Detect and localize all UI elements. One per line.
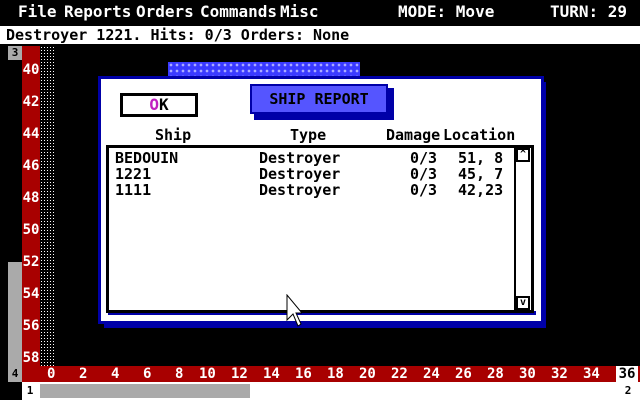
x-tick-label: 18 [327,366,344,382]
ship-type-cell: Destroyer [259,149,341,167]
x-tick-label: 16 [295,366,312,382]
column-header-ship: Ship [155,126,192,144]
left-scroll-thumb[interactable] [8,262,22,366]
list-vertical-scrollbar[interactable] [514,148,531,310]
mouse-pointer-icon [286,294,302,327]
ok-label: K [159,95,169,114]
ship-location-cell: 42,23 [458,181,504,199]
x-tick-label: 30 [519,366,536,382]
y-tick-label: 44 [22,126,40,142]
x-tick-label: 0 [47,366,56,382]
ok-button[interactable]: OK [120,93,198,117]
ship-name-cell[interactable]: BEDOUIN [115,150,178,166]
y-tick-label: 46 [22,158,40,174]
ship-name-cell[interactable]: 1221 [115,166,151,182]
menu-misc[interactable]: Misc [280,0,319,24]
x-tick-label: 2 [79,366,88,382]
x-tick-label: 32 [551,366,568,382]
ship-type-cell: Destroyer [259,181,341,199]
dialog-title: SHIP REPORT [250,84,388,114]
menu-orders[interactable]: Orders [136,0,194,24]
scroll-label-right: 2 [624,384,632,397]
y-tick-label: 48 [22,190,40,206]
x-tick-label: 22 [391,366,408,382]
y-tick-label: 56 [22,318,40,334]
horizontal-scroll-thumb[interactable] [40,384,250,398]
column-header-type: Type [290,126,327,144]
x-tick-label: 20 [359,366,376,382]
sea-terrain [168,62,360,76]
menu-bar: File Reports Orders Commands Misc MODE: … [0,0,640,24]
x-tick-label: 26 [455,366,472,382]
x-tick-label: 24 [423,366,440,382]
scroll-label-left: 1 [26,384,34,397]
x-tick-label: 12 [231,366,248,382]
ship-location-cell: 51, 8 [458,149,504,167]
ship-damage-cell: 0/3 [410,149,438,167]
ship-damage-cell: 0/3 [410,165,438,183]
ship-location-cell: 45, 7 [458,165,504,183]
x-tick-label: 10 [199,366,216,382]
y-tick-label: 58 [22,350,40,366]
x-tick-label: 28 [487,366,504,382]
x-tick-label: 14 [263,366,280,382]
x-tick-label: 8 [175,366,184,382]
mode-indicator: MODE: Move [398,2,495,21]
scroll-up-arrow-icon[interactable]: ^ [516,148,530,162]
turn-indicator: TURN: 29 [550,2,628,21]
ship-type-cell: Destroyer [259,165,341,183]
menu-file[interactable]: File [18,0,57,24]
y-tick-label: 50 [22,222,40,238]
scroll-down-arrow-icon[interactable]: v [516,296,530,310]
status-line: Destroyer 1221. Hits: 0/3 Orders: None [0,26,640,44]
menu-commands[interactable]: Commands [200,0,277,24]
ship-name-cell[interactable]: 1111 [115,182,151,198]
x-tick-label: 34 [583,366,600,382]
x-tick-label: 6 [143,366,152,382]
y-tick-label: 42 [22,94,40,110]
ok-hotkey: O [149,95,159,114]
ship-damage-cell: 0/3 [410,181,438,199]
coastline-terrain [40,46,56,366]
y-tick-label: 54 [22,286,40,302]
corner-label-bottom-left: 4 [8,366,22,382]
y-tick-label: 52 [22,254,40,270]
menu-reports[interactable]: Reports [64,0,131,24]
y-tick-label: 40 [22,62,40,78]
column-header-location: Location [443,126,516,144]
column-header-damage: Damage [386,126,441,144]
corner-label-top-left: 3 [8,46,22,60]
x-tick-label: 36 [616,366,638,382]
x-tick-label: 4 [111,366,120,382]
